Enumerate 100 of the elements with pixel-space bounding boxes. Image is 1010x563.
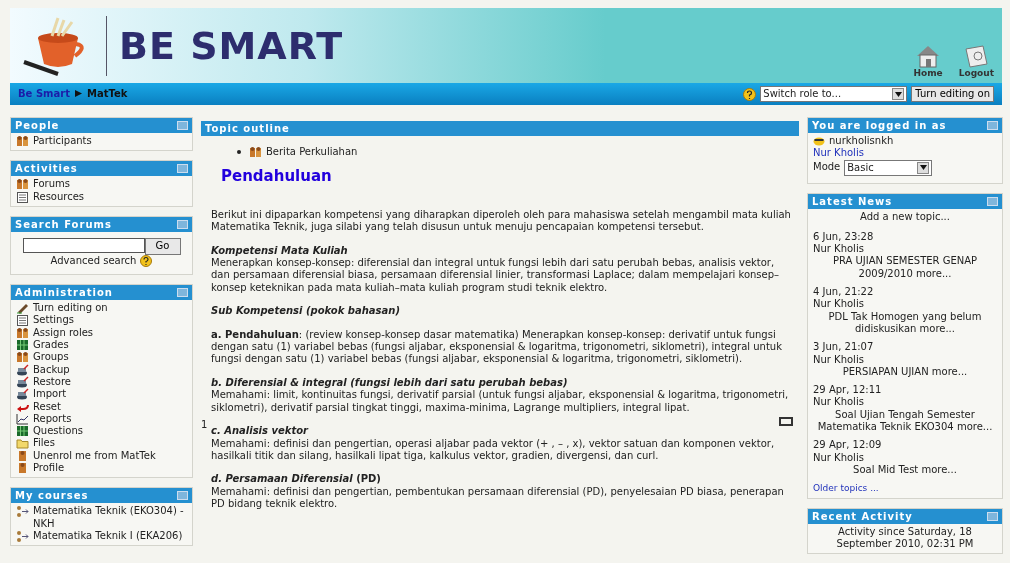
collapse-icon[interactable] [987,196,998,206]
help-icon [743,87,757,101]
block-title: Latest News [812,194,893,209]
side-link[interactable]: Turn editing on [33,302,108,315]
advanced-search-link[interactable]: Advanced search [50,254,137,268]
mode-label: Mode [813,161,841,174]
pencil-icon [16,302,29,315]
collapse-icon[interactable] [177,121,188,130]
collapse-icon[interactable] [987,511,998,521]
block-title: You are logged in as [812,119,947,133]
collapse-icon[interactable] [177,491,188,501]
collapse-icon[interactable] [177,164,188,174]
collapse-icon[interactable] [177,219,188,229]
grid-icon [16,425,29,438]
side-link[interactable]: Files [33,437,55,450]
dropdown-arrow-icon [919,165,927,171]
block-title: Search Forums [15,217,112,232]
block-title: Administration [15,286,113,301]
more-link[interactable]: more... [916,267,952,279]
side-link[interactable]: Reports [33,412,72,426]
paragraph-heading: b. Diferensial & integral (fungsi lebih dari satu perubah bebas) [211,376,569,390]
news-author: Nur Kholis [813,353,865,366]
person-icon [16,462,29,475]
section-title: Pendahuluan [221,170,333,183]
more-link[interactable]: more... [919,322,955,334]
side-link[interactable]: Assign roles [33,326,94,340]
user-name-link[interactable]: Nur Kholis [813,147,997,160]
folder-icon [16,437,29,450]
side-link[interactable]: Backup [33,363,70,376]
news-title: PDL Tak Homogen yang belum didiskusikan more... [827,310,983,336]
disk-icon [16,375,29,388]
collapse-icon[interactable] [987,121,998,130]
news-author: Nur Kholis [813,451,865,464]
smiley-icon [813,136,825,146]
people-icon [249,146,262,159]
disk-icon [16,363,29,376]
document-icon [16,190,29,203]
side-link[interactable]: Profile [33,462,65,475]
news-author: Nur Kholis [813,396,865,409]
section-number: 1 [201,419,208,432]
people-icon [16,326,29,339]
side-link[interactable]: Import [33,388,67,401]
forum-link[interactable]: Berita Perkuliahan [266,146,358,159]
paragraph-text: Memahami: definisi dan pengertian, pembentukan persamaan diferensial (PD), penyelesaian PD biasa, penerapan PD bidang teknik elektro. [211,485,785,511]
block-title: Activities [15,162,78,177]
news-author: Nur Kholis [813,243,865,256]
header-logout-button[interactable]: Logout [958,44,994,79]
people-icon [16,351,29,364]
paragraph-text: a. Pendahuluan: (review konsep-konsep dasar matematika) Menerapkan konsep-konsep: derivatif untuk fungsi dengan satu (1) variabel bebas (fungsi aljabar, eksponensial & logaritma, trigonometri, siklometri), integral untuk fungsi dengan satu (1) variabel bebas (fungsi aljabar, eksponensial & logaritma, trigonometri, siklometri). [211,328,783,366]
bullet-icon [237,150,241,155]
news-date: 6 Jun, 23:28 [813,230,875,244]
older-topics-link[interactable]: Older topics ... [813,482,997,495]
show-topic-icon[interactable] [779,417,793,427]
go-button[interactable]: Go [144,237,181,255]
more-link[interactable]: more... [921,463,957,475]
disk-icon [16,388,29,401]
block-title: My courses [15,489,89,504]
more-link[interactable]: more... [956,421,993,433]
paragraph-heading: Sub Kompetensi (pokok bahasan) [211,305,401,318]
side-link[interactable]: Settings [33,314,74,327]
activity-text: Activity since Saturday, 18 September 2010, 02:31 PM [835,525,975,551]
news-author: Nur Kholis [813,298,865,311]
add-topic-link[interactable]: Add a new topic... [860,210,950,222]
side-link[interactable]: Groups [33,351,69,364]
news-title: Soal Mid Test more... [852,463,958,477]
paragraph-text: Menerapkan konsep-konsep: diferensial dan integral untuk fungsi lebih dari satu perubah bebas, analisis vektor, dan persamaan diferensial biasa, persamaan diferensial linier, transformasi Laplace; dalam mempelajari konsep–konsep keteknikan pada mata kuliah–mata kuliah program studi teknik elektro. [211,257,781,295]
role-select[interactable]: Switch role to... [760,86,908,102]
help-icon [140,255,153,268]
side-link[interactable]: Reset [33,400,61,413]
course-icon [16,529,29,542]
mode-select[interactable]: Basic [844,159,933,176]
news-title: Soal Ujian Tengah Semester Matematika Teknik EKO304 more... [816,408,994,434]
side-link[interactable]: Matematika Teknik I (EKA206) [33,529,183,543]
side-link[interactable]: Participants [33,135,92,148]
news-date: 29 Apr, 12:09 [813,439,883,452]
collapse-icon[interactable] [177,288,188,298]
search-field[interactable] [22,237,145,253]
news-title: PRA UJIAN SEMESTER GENAP 2009/2010 more... [831,255,979,281]
news-date: 29 Apr, 12:11 [813,384,883,397]
course-icon [16,505,29,518]
side-link[interactable]: Questions [33,425,83,438]
username: nurkholisnkh [829,135,894,148]
news-date: 4 Jun, 21:22 [813,286,875,299]
chart-icon [16,412,29,425]
side-link[interactable]: Grades [33,339,69,352]
side-link[interactable]: Unenrol me from MatTek [33,449,156,463]
paragraph-text: Memahami: limit, kontinuitas fungsi, derivatif parsial (untuk fungsi aljabar, eksponensial & logaritma, trigonometri, siklometri), derivatif parsial tingkat tinggi, maxima-minima, Lagrange multipliers, integral lipat. [211,389,790,415]
header-home-button[interactable]: Home [913,44,943,79]
block-title: Recent Activity [812,509,913,524]
people-icon [16,135,29,147]
person-icon [16,449,29,462]
side-link[interactable]: Resources [33,190,85,203]
side-link[interactable]: Matematika Teknik (EKO304) - NKH [33,505,187,530]
more-link[interactable]: more... [931,365,968,377]
turn-editing-on-button[interactable]: Turn editing on [911,86,994,102]
side-link[interactable]: Forums [33,178,70,191]
side-link[interactable]: Restore [33,375,71,389]
paragraph-heading: d. Persamaan Diferensial (PD) [211,473,382,486]
paragraph-heading: Kompetensi Mata Kuliah [211,244,349,258]
news-date: 3 Jun, 21:07 [813,341,875,354]
